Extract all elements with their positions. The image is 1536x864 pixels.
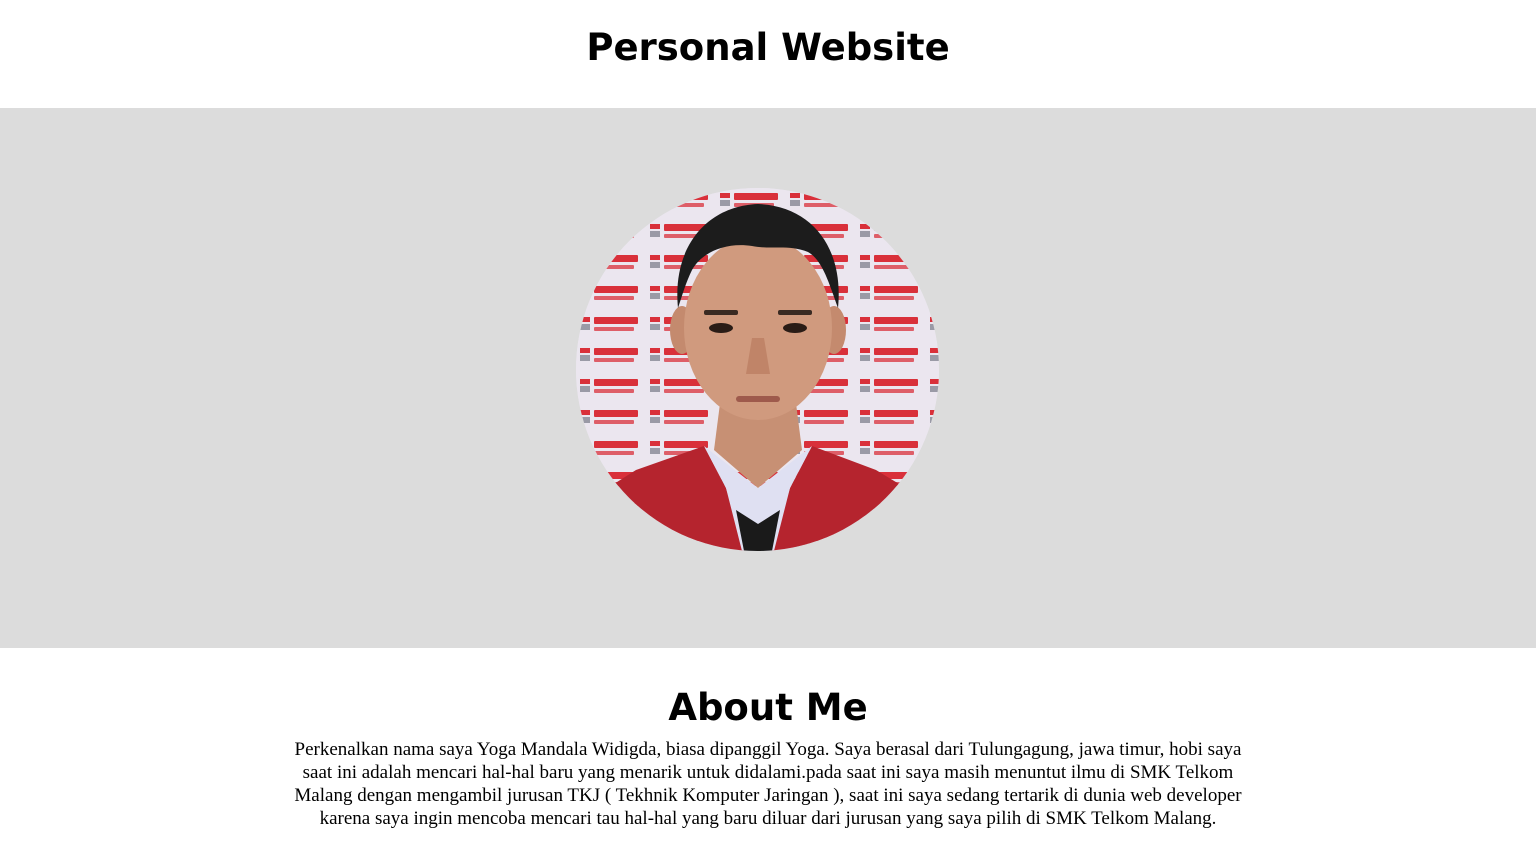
profile-photo <box>576 188 939 551</box>
hero-section <box>0 108 1536 648</box>
page-title: Personal Website <box>586 25 950 69</box>
about-title: About Me <box>668 686 868 729</box>
about-text: Perkenalkan nama saya Yoga Mandala Widig… <box>294 739 1242 829</box>
site-header: Personal Website <box>0 0 1536 108</box>
profile-photo-illustration <box>576 188 939 551</box>
about-section: About Me Perkenalkan nama saya Yoga Mand… <box>0 648 1536 830</box>
